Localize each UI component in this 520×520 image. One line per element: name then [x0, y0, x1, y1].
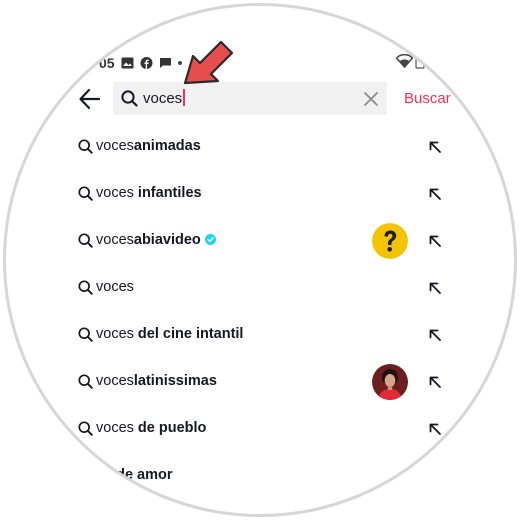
suggestion-suffix: latinissimas [133, 373, 217, 389]
search-header: voces Buscar [6, 82, 514, 116]
question-mark-avatar-icon [372, 223, 408, 259]
suggestion-label: voces del cine intantil [96, 326, 243, 342]
avatar [372, 364, 408, 400]
close-icon[interactable] [363, 91, 379, 107]
fill-search-arrow-icon[interactable] [427, 139, 443, 155]
search-input-value[interactable]: voces [143, 89, 186, 107]
suggestion-label: voces [96, 279, 134, 295]
suggestion-suffix: animadas [133, 138, 201, 154]
suggestion-label: vocesabiavideo [96, 232, 216, 248]
search-icon [121, 90, 138, 107]
suggestion-query: voces [96, 185, 134, 201]
status-extra-icon [415, 57, 425, 69]
suggestion-suffix: abiavideo [133, 232, 201, 248]
search-icon [78, 327, 93, 342]
arrow-left-icon[interactable] [77, 87, 103, 111]
facebook-icon [140, 57, 153, 69]
fill-search-arrow-icon[interactable] [427, 280, 443, 296]
fill-search-arrow-icon[interactable] [427, 186, 443, 202]
fill-search-arrow-icon[interactable] [427, 233, 443, 249]
suggestion-label: voces de pueblo [96, 420, 206, 436]
suggestion-item[interactable]: vocesanimadas [6, 124, 514, 170]
suggestion-item[interactable]: vocesabiavideo [6, 218, 514, 264]
search-icon [78, 374, 93, 389]
suggestion-label: voces infantiles [96, 185, 202, 201]
app-screen: 05 voces Buscar vocesanimadas voces infa… [6, 6, 514, 514]
message-icon [159, 58, 171, 68]
text-caret [183, 89, 186, 106]
image-icon [121, 57, 134, 69]
suggestion-item[interactable]: voces de pueblo [6, 406, 514, 452]
suggestion-item[interactable]: voces del cine intantil [6, 312, 514, 358]
search-icon [78, 421, 93, 436]
fill-search-arrow-icon[interactable] [427, 327, 443, 343]
wifi-icon [396, 54, 413, 68]
fill-search-arrow-icon[interactable] [427, 374, 443, 390]
suggestion-suffix: infantiles [133, 185, 202, 201]
search-input[interactable]: voces [113, 82, 387, 115]
suggestion-suffix: de pueblo [133, 420, 207, 436]
person-avatar-icon [372, 364, 408, 400]
suggestion-query: voces [96, 373, 134, 389]
fill-search-arrow-icon[interactable] [427, 421, 443, 437]
suggestion-item[interactable]: s de amor [6, 453, 514, 499]
suggestion-item[interactable]: voces [6, 265, 514, 311]
red-pointer-arrow-icon [183, 40, 234, 85]
suggestion-item[interactable]: voceslatinissimas [6, 359, 514, 405]
suggestion-query: voces [96, 138, 134, 154]
suggestion-query: voces [96, 232, 134, 248]
search-icon [78, 280, 93, 295]
suggestion-query: voces [96, 279, 134, 295]
search-button[interactable]: Buscar [404, 90, 451, 107]
verified-badge-icon [204, 234, 216, 245]
suggestion-query: voces [96, 326, 134, 342]
suggestion-suffix: del cine intantil [133, 326, 244, 342]
suggestion-query: voces [96, 420, 134, 436]
suggestion-label: vocesanimadas [96, 138, 201, 154]
avatar [372, 223, 408, 259]
suggestion-label: voceslatinissimas [96, 373, 217, 389]
suggestion-label: s de amor [104, 467, 173, 483]
search-icon [78, 139, 93, 154]
suggestion-suffix: s de amor [104, 467, 173, 483]
search-icon [78, 233, 93, 248]
status-time: 05 [99, 55, 115, 71]
circular-frame: 05 voces Buscar vocesanimadas voces infa… [3, 3, 517, 517]
search-icon [78, 186, 93, 201]
status-bar-left: 05 [99, 55, 182, 71]
suggestion-item[interactable]: voces infantiles [6, 171, 514, 217]
